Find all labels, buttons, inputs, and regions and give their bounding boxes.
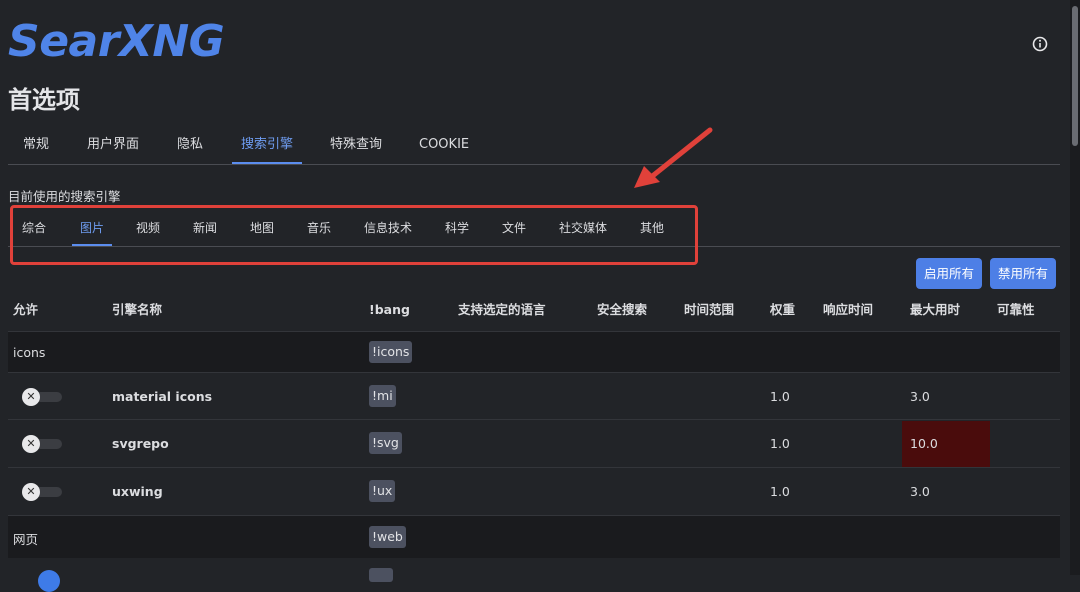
close-icon: ✕ [22,483,40,501]
column-header-bang: !bang [369,302,410,317]
engine-bang: !mi [369,385,396,407]
group-row-web: 网页 !web [8,515,1060,558]
engine-name: material icons [112,389,213,404]
engine-toggle-partial[interactable] [38,570,60,592]
preferences-page: SearXNG 首选项 常规 用户界面 隐私 搜索引擎 特殊查询 COOKIE … [0,0,1071,592]
close-icon: ✕ [22,435,40,453]
annotation-highlight-box [10,205,698,265]
engine-toggle[interactable]: ✕ [22,435,62,453]
column-header-response-time: 响应时间 [823,302,874,317]
tab-general[interactable]: 常规 [14,128,58,162]
engine-bang: !svg [369,432,402,454]
table-row-uxwing: ✕ uxwing !ux 1.0 3.0 [8,467,1060,515]
column-header-safe-search: 安全搜索 [597,302,648,317]
engine-name: uxwing [112,484,163,499]
column-header-weight: 权重 [770,302,796,317]
tab-special-queries[interactable]: 特殊查询 [321,128,391,162]
info-circle-icon[interactable] [1032,36,1048,52]
engine-max-time: 3.0 [910,484,930,499]
group-row-icons: icons !icons [8,331,1060,372]
group-name: icons [13,345,46,360]
engine-weight: 1.0 [770,484,790,499]
page-scrollbar[interactable] [1070,0,1080,575]
group-bang: !icons [369,341,413,363]
engine-toggle[interactable]: ✕ [22,483,62,501]
engine-toggle[interactable]: ✕ [22,388,62,406]
tab-engines[interactable]: 搜索引擎 [232,128,303,164]
table-row-material-icons: ✕ material icons !mi 1.0 3.0 [8,372,1060,420]
page-title: 首选项 [8,86,80,114]
engine-weight: 1.0 [770,389,790,404]
engine-weight: 1.0 [770,436,790,451]
disable-all-button[interactable]: 禁用所有 [990,258,1057,289]
enable-all-button[interactable]: 启用所有 [916,258,983,289]
tab-cookies[interactable]: COOKIE [410,128,478,162]
column-header-allow: 允许 [13,302,39,317]
searxng-logo[interactable]: SearXNG [8,16,225,67]
engine-bang: !ux [369,480,396,502]
tab-user-interface[interactable]: 用户界面 [78,128,148,162]
column-header-engine-name[interactable]: 引擎名称 [112,292,162,330]
scrollbar-thumb[interactable] [1072,6,1078,146]
engine-max-time: 3.0 [910,389,930,404]
section-label: 目前使用的搜索引擎 [8,189,121,204]
close-icon: ✕ [22,388,40,406]
column-header-reliability: 可靠性 [997,302,1035,317]
preferences-tabs: 常规 用户界面 隐私 搜索引擎 特殊查询 COOKIE [8,128,1060,165]
group-bang: !web [369,526,406,548]
engine-max-time: 10.0 [910,436,938,451]
annotation-arrow-icon [634,127,713,188]
column-header-languages: 支持选定的语言 [458,302,546,317]
column-header-max-time: 最大用时 [910,302,961,317]
tab-privacy[interactable]: 隐私 [168,128,212,162]
engine-name: svgrepo [112,436,169,451]
group-name: 网页 [13,532,39,547]
column-header-time-range: 时间范围 [684,302,735,317]
table-row-svgrepo: ✕ svgrepo !svg 1.0 10.0 [8,419,1060,468]
engine-bang-partial [369,568,393,582]
